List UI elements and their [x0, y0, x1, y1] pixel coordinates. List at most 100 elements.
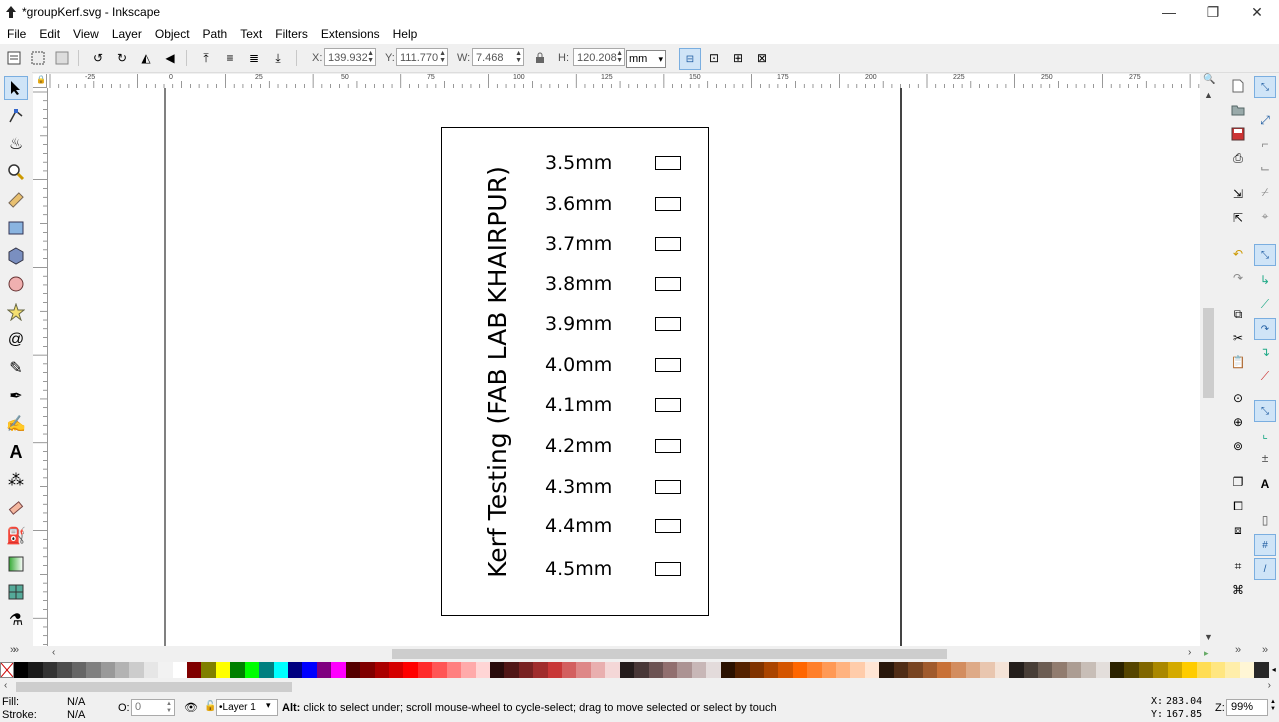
color-swatch[interactable] [1009, 662, 1024, 678]
color-swatch[interactable] [720, 662, 736, 678]
menu-object[interactable]: Object [148, 27, 196, 41]
h-input[interactable]: 120.208 ▲ ▼ [573, 48, 625, 66]
color-swatch[interactable] [475, 662, 490, 678]
minimize-button[interactable]: — [1147, 0, 1191, 24]
copy-icon[interactable]: ⧉ [1228, 304, 1248, 324]
rotate-ccw-icon[interactable]: ↺ [88, 48, 108, 68]
snap-enable-toggle[interactable]: ⤡ [1254, 76, 1276, 98]
save-icon[interactable] [1228, 124, 1248, 144]
drawing-canvas[interactable]: Kerf Testing (FAB LAB KHAIRPUR) 3.5mm 3.6… [48, 88, 1200, 646]
dropper-tool-icon[interactable]: ⚗ [4, 608, 28, 632]
zoom-selection-icon[interactable]: ⊙ [1228, 388, 1248, 408]
rotate-cw-icon[interactable]: ↻ [112, 48, 132, 68]
kerf-label[interactable]: 4.4mm [545, 514, 612, 538]
color-swatch[interactable] [28, 662, 43, 678]
snap-text-baseline-icon[interactable]: A [1255, 474, 1275, 494]
kerf-label[interactable]: 3.7mm [545, 232, 612, 256]
ungroup-icon[interactable]: ⌘ [1228, 580, 1248, 600]
color-swatch[interactable] [706, 662, 721, 678]
commands-overflow-icon[interactable]: » [1228, 640, 1248, 660]
color-swatch[interactable] [749, 662, 764, 678]
color-swatch[interactable] [388, 662, 404, 678]
lower-icon[interactable]: ≣ [244, 48, 264, 68]
color-swatch[interactable] [547, 662, 563, 678]
redo-icon[interactable]: ↷ [1228, 268, 1248, 288]
select-all-icon[interactable] [4, 48, 24, 68]
move-gradients-icon[interactable]: ⊞ [728, 48, 748, 68]
color-swatch[interactable] [417, 662, 433, 678]
flip-vertical-icon[interactable]: ◀ [160, 48, 180, 68]
color-swatch[interactable] [1052, 662, 1067, 678]
deselect-icon[interactable] [52, 48, 72, 68]
kerf-slot[interactable] [655, 562, 681, 576]
snap-smooth-icon[interactable]: ↴ [1255, 342, 1275, 362]
snap-grid-toggle[interactable]: # [1254, 534, 1276, 556]
opacity-input[interactable]: 0 ▲ ▼ [131, 699, 175, 716]
duplicate-icon[interactable]: ❐ [1228, 472, 1248, 492]
horizontal-scroll-thumb[interactable] [392, 649, 947, 659]
color-swatch[interactable] [273, 662, 289, 678]
layer-lock-icon[interactable]: 🔓 [204, 701, 216, 712]
color-swatch[interactable] [763, 662, 779, 678]
scroll-up-icon[interactable]: ▲ [1204, 90, 1213, 100]
color-swatch[interactable] [576, 662, 591, 678]
unit-select[interactable]: mm ▾ [626, 50, 666, 68]
color-swatch[interactable] [504, 662, 519, 678]
rectangle-tool-icon[interactable] [4, 216, 28, 240]
color-swatch[interactable] [735, 662, 750, 678]
paint-bucket-tool-icon[interactable]: ⛽ [4, 524, 28, 548]
print-icon[interactable]: ⎙ [1228, 148, 1248, 168]
snap-bbox-icon[interactable]: ⤢ [1255, 110, 1275, 130]
snap-overflow-icon[interactable]: » [1255, 640, 1275, 660]
color-swatch[interactable] [1167, 662, 1183, 678]
raise-icon[interactable]: ≡ [220, 48, 240, 68]
scroll-down-icon[interactable]: ▼ [1204, 632, 1213, 642]
palette-scroll-thumb[interactable] [16, 682, 292, 692]
flip-horizontal-icon[interactable]: ◭ [136, 48, 156, 68]
menu-file[interactable]: File [0, 27, 32, 41]
palette-menu-icon[interactable]: ◂ [1268, 662, 1279, 678]
kerf-slot[interactable] [655, 519, 681, 533]
color-swatch[interactable] [518, 662, 534, 678]
kerf-label[interactable]: 3.5mm [545, 151, 612, 175]
color-swatch[interactable] [634, 662, 649, 678]
clone-icon[interactable]: ⧠ [1228, 496, 1248, 516]
scale-corners-icon[interactable]: ⊡ [704, 48, 724, 68]
color-swatch[interactable] [807, 662, 822, 678]
color-swatch[interactable] [403, 662, 418, 678]
color-swatch[interactable] [461, 662, 476, 678]
color-swatch[interactable] [864, 662, 880, 678]
color-swatch[interactable] [533, 662, 548, 678]
color-swatch[interactable] [1211, 662, 1226, 678]
color-swatch[interactable] [605, 662, 620, 678]
color-swatch[interactable] [619, 662, 635, 678]
color-swatch[interactable] [1254, 662, 1269, 678]
color-swatch[interactable] [1124, 662, 1139, 678]
color-swatch[interactable] [908, 662, 923, 678]
star-tool-icon[interactable] [4, 300, 28, 324]
color-swatch[interactable] [316, 662, 332, 678]
zoom-page-icon[interactable]: ⊚ [1228, 436, 1248, 456]
color-swatch[interactable] [302, 662, 317, 678]
color-swatch[interactable] [965, 662, 981, 678]
snap-guide-toggle[interactable]: / [1254, 558, 1276, 580]
color-swatch[interactable] [187, 662, 202, 678]
raise-to-top-icon[interactable]: ⤒ [196, 48, 216, 68]
color-swatch[interactable] [980, 662, 995, 678]
color-swatch[interactable] [432, 662, 447, 678]
color-swatch[interactable] [446, 662, 462, 678]
kerf-slot[interactable] [655, 156, 681, 170]
snap-path-icon[interactable]: ↳ [1255, 270, 1275, 290]
snap-page-border-icon[interactable]: ▯ [1255, 510, 1275, 530]
menu-view[interactable]: View [66, 27, 105, 41]
restore-button[interactable]: ❐ [1191, 0, 1235, 24]
color-swatch[interactable] [937, 662, 952, 678]
kerf-title-text[interactable]: Kerf Testing (FAB LAB KHAIRPUR) [483, 137, 513, 607]
kerf-label[interactable]: 3.6mm [545, 192, 612, 216]
menu-extensions[interactable]: Extensions [314, 27, 386, 41]
color-swatch[interactable] [1066, 662, 1082, 678]
3d-box-tool-icon[interactable] [4, 244, 28, 268]
gradient-tool-icon[interactable] [4, 552, 28, 576]
toolbox-overflow-icon[interactable]: » [10, 644, 16, 656]
color-swatch[interactable] [1037, 662, 1053, 678]
